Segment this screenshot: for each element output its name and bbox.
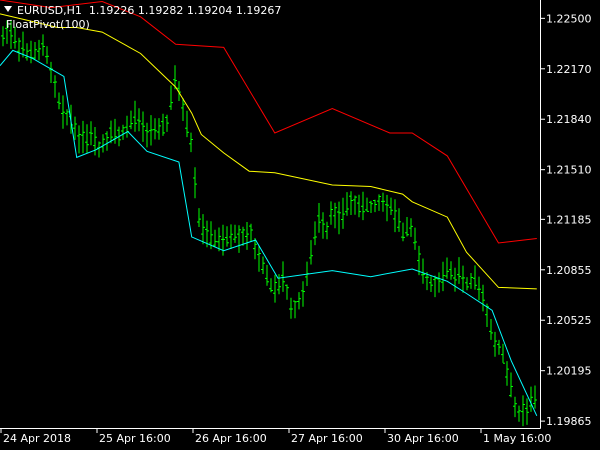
middle-band-line [0,13,537,290]
x-tick-label: 26 Apr 16:00 [195,432,267,445]
y-tick-label: 1.19865 [546,415,592,428]
x-tick-label: 24 Apr 2018 [3,432,71,445]
y-tick-label: 1.21185 [546,213,592,226]
dropdown-triangle-icon[interactable] [4,6,12,12]
y-tick-label: 1.20525 [546,314,592,327]
ohlc-values: 1.19226 1.19282 1.19204 1.19267 [88,4,282,17]
indicator-label: FloatPivot(100) [6,18,90,31]
price-chart[interactable]: 1.22500 1.22170 1.21840 1.21510 1.21185 1.208… [0,0,600,450]
y-tick-label: 1.20195 [546,365,592,378]
y-tick-label: 1.22500 [546,12,592,25]
y-tick-label: 1.20855 [546,264,592,277]
chart-axes: 1.22500 1.22170 1.21840 1.21510 1.21185 1.208… [0,0,592,445]
symbol-label: EURUSD,H1 [17,4,82,17]
x-tick-label: 27 Apr 16:00 [291,432,363,445]
chart-header: EURUSD,H1 1.19226 1.19282 1.19204 1.1926… [4,4,281,17]
x-tick-label: 1 May 16:00 [483,432,551,445]
float-pivot-bands [0,0,538,417]
x-tick-label: 30 Apr 16:00 [387,432,459,445]
candlestick-layer [1,19,537,427]
upper-band-line [0,0,537,244]
y-tick-label: 1.21510 [546,164,592,177]
x-tick-label: 25 Apr 16:00 [99,432,171,445]
y-tick-label: 1.21840 [546,113,592,126]
y-tick-label: 1.22170 [546,63,592,76]
